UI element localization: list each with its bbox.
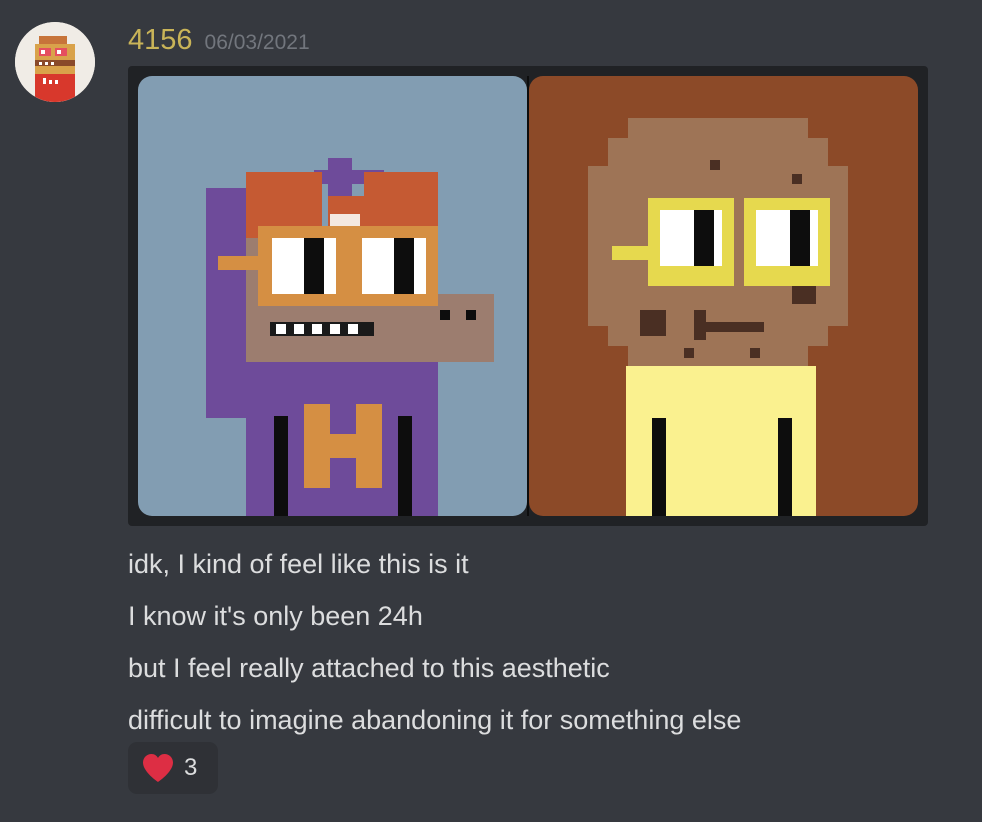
timestamp: 06/03/2021 — [204, 31, 310, 54]
user-avatar[interactable] — [15, 22, 95, 102]
message-line: but I feel really attached to this aesth… — [128, 653, 610, 683]
reaction-count: 3 — [184, 754, 198, 781]
message-line: difficult to imagine abandoning it for s… — [128, 705, 742, 735]
heart-reaction-button[interactable]: 3 — [128, 742, 218, 794]
pixel-punk-avatar-icon — [15, 22, 95, 102]
right-character-art — [529, 76, 918, 516]
username[interactable]: 4156 — [128, 24, 193, 57]
pixel-art-comparison-image — [138, 76, 918, 516]
heart-icon — [143, 754, 173, 782]
left-character-art — [138, 76, 527, 516]
message-line: I know it's only been 24h — [128, 601, 423, 631]
message-line: idk, I kind of feel like this is it — [128, 549, 469, 579]
message-header: 4156 06/03/2021 — [128, 24, 310, 57]
message-content: idk, I kind of feel like this is it I kn… — [128, 538, 741, 746]
image-embed[interactable] — [128, 66, 928, 526]
